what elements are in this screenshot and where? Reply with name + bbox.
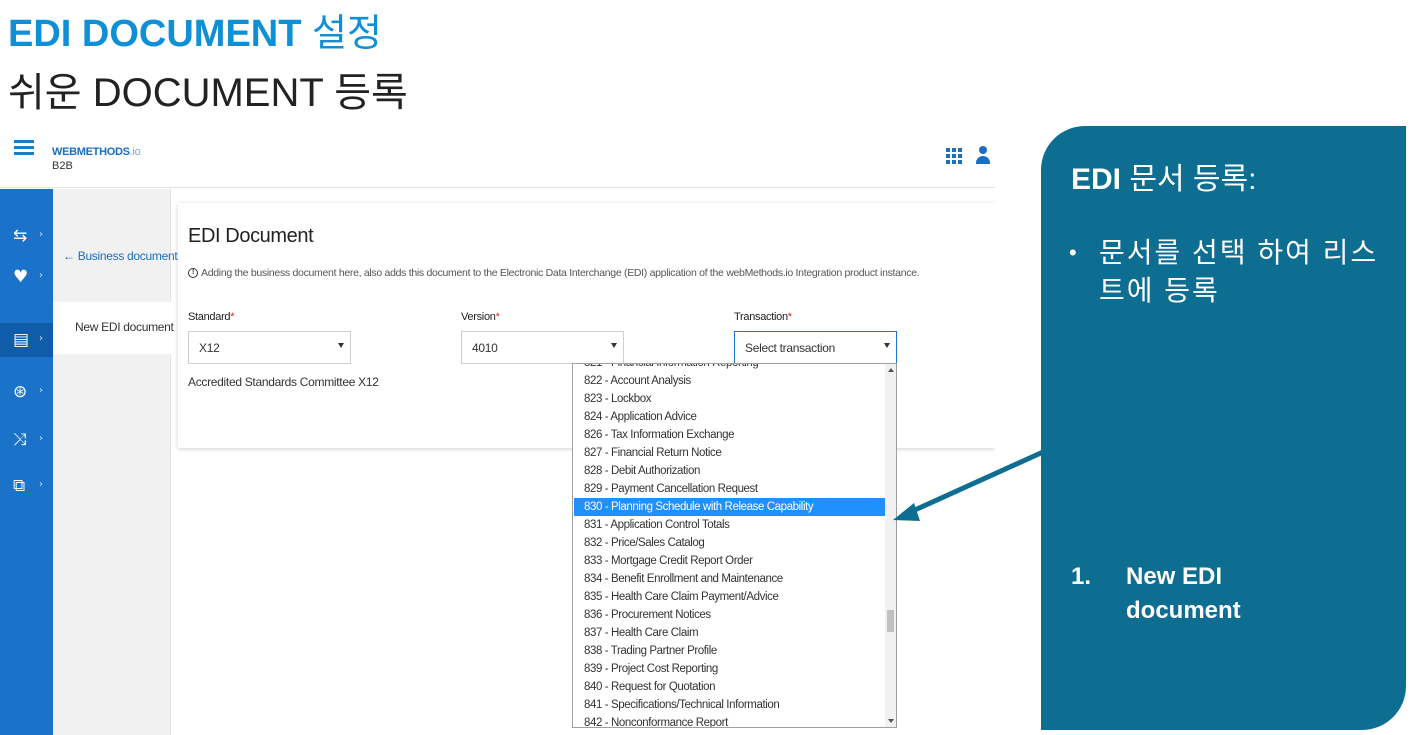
nav-documents[interactable]: ▤ › bbox=[0, 323, 53, 357]
chevron-right-icon: › bbox=[39, 479, 43, 490]
channels-icon: ⊛ bbox=[13, 382, 28, 402]
transaction-option[interactable]: 824 - Application Advice bbox=[574, 408, 886, 426]
scroll-up-icon[interactable] bbox=[888, 368, 894, 372]
version-select[interactable]: 4010 bbox=[461, 331, 624, 364]
left-nav: ⇆ › ♥ › ▤ › ⊛ › ⤨ › ⧉ › bbox=[0, 189, 53, 735]
external-link-icon: ⧉ bbox=[13, 476, 26, 496]
user-profile-icon[interactable] bbox=[975, 146, 991, 166]
transaction-option[interactable]: 822 - Account Analysis bbox=[574, 372, 886, 390]
panel-title: EDI 문서 등록: bbox=[1071, 163, 1257, 196]
chevron-right-icon: › bbox=[39, 433, 43, 444]
partners-icon: ⇆ bbox=[13, 226, 28, 246]
sub-nav: ← Business documents New EDI document bbox=[53, 189, 183, 735]
scrollbar-thumb[interactable] bbox=[887, 610, 894, 632]
transaction-option[interactable]: 833 - Mortgage Credit Report Order bbox=[574, 552, 886, 570]
back-to-business-documents[interactable]: ← Business documents bbox=[63, 249, 183, 263]
subnav-item-new-edi-document[interactable]: New EDI document bbox=[53, 302, 174, 354]
dropdown-arrow-icon bbox=[611, 343, 617, 348]
version-label: Version* bbox=[461, 311, 500, 323]
analytics-icon: ⤨ bbox=[13, 430, 27, 450]
standard-description: Accredited Standards Committee X12 bbox=[188, 375, 379, 389]
card-title: EDI Document bbox=[188, 225, 314, 247]
standard-select[interactable]: X12 bbox=[188, 331, 351, 364]
dropdown-arrow-icon bbox=[884, 343, 890, 348]
slide-subtitle: 쉬운 DOCUMENT 등록 bbox=[8, 71, 408, 115]
transaction-label: Transaction* bbox=[734, 311, 792, 323]
transaction-option[interactable]: 827 - Financial Return Notice bbox=[574, 444, 886, 462]
transaction-option[interactable]: 829 - Payment Cancellation Request bbox=[574, 480, 886, 498]
standard-label: Standard* bbox=[188, 311, 235, 323]
brand-subtitle: B2B bbox=[52, 160, 73, 172]
bullet-icon: • bbox=[1069, 240, 1077, 265]
chevron-right-icon: › bbox=[39, 229, 43, 240]
chevron-right-icon: › bbox=[39, 385, 43, 396]
brand-logo: WEBMETHODS.io bbox=[52, 146, 141, 158]
agreements-icon: ♥ bbox=[13, 267, 29, 287]
transaction-option[interactable]: 836 - Procurement Notices bbox=[574, 606, 886, 624]
transaction-option[interactable]: 841 - Specifications/Technical Informati… bbox=[574, 696, 886, 714]
transaction-option[interactable]: 821 - Financial Information Reporting bbox=[574, 364, 886, 372]
nav-external[interactable]: ⧉ › bbox=[0, 469, 53, 503]
transaction-option[interactable]: 834 - Benefit Enrollment and Maintenance bbox=[574, 570, 886, 588]
card-description: ! Adding the business document here, also… bbox=[188, 267, 920, 279]
transaction-option[interactable]: 826 - Tax Information Exchange bbox=[574, 426, 886, 444]
transaction-option[interactable]: 823 - Lockbox bbox=[574, 390, 886, 408]
nav-agreements[interactable]: ♥ › bbox=[0, 260, 53, 294]
slide-title-bold: EDI DOCUMENT bbox=[8, 13, 302, 55]
transaction-option[interactable]: 831 - Application Control Totals bbox=[574, 516, 886, 534]
transaction-option[interactable]: 842 - Nonconformance Report bbox=[574, 714, 886, 727]
chevron-right-icon: › bbox=[39, 270, 43, 281]
callout-panel: EDI 문서 등록: • 문서를 선택 하여 리스트에 등록 1. New EDI … bbox=[1041, 126, 1406, 730]
transaction-dropdown-list[interactable]: 821 - Financial Information Reporting 822… bbox=[572, 363, 897, 728]
transaction-option[interactable]: 838 - Trading Partner Profile bbox=[574, 642, 886, 660]
slide-title-light: 설정 bbox=[312, 13, 382, 55]
slide-title: EDI DOCUMENT 설정 bbox=[8, 2, 382, 57]
transaction-option[interactable]: 839 - Project Cost Reporting bbox=[574, 660, 886, 678]
dropdown-scrollbar[interactable] bbox=[885, 364, 896, 727]
transaction-option[interactable]: 837 - Health Care Claim bbox=[574, 624, 886, 642]
panel-step: 1. New EDI document bbox=[1071, 563, 1241, 624]
transaction-option[interactable]: 828 - Debit Authorization bbox=[574, 462, 886, 480]
scroll-down-icon[interactable] bbox=[888, 719, 894, 723]
transaction-option[interactable]: 840 - Request for Quotation bbox=[574, 678, 886, 696]
transaction-select[interactable]: Select transaction bbox=[734, 331, 897, 364]
nav-partners[interactable]: ⇆ › bbox=[0, 219, 53, 253]
top-bar: WEBMETHODS.io B2B bbox=[0, 130, 995, 188]
app-screenshot: WEBMETHODS.io B2B ⇆ › ♥ › ▤ › ⊛ › ⤨ › ⧉ › ← Bu… bbox=[0, 130, 995, 735]
documents-icon: ▤ bbox=[13, 330, 30, 350]
nav-channels[interactable]: ⊛ › bbox=[0, 375, 53, 409]
info-icon: ! bbox=[188, 268, 198, 279]
dropdown-arrow-icon bbox=[338, 343, 344, 348]
apps-grid-icon[interactable] bbox=[946, 148, 962, 164]
transaction-option[interactable]: 835 - Health Care Claim Payment/Advice bbox=[574, 588, 886, 606]
transaction-option-selected[interactable]: 830 - Planning Schedule with Release Cap… bbox=[574, 498, 886, 516]
chevron-right-icon: › bbox=[39, 333, 43, 344]
nav-analytics[interactable]: ⤨ › bbox=[0, 423, 53, 457]
transaction-option[interactable]: 832 - Price/Sales Catalog bbox=[574, 534, 886, 552]
panel-bullet: • 문서를 선택 하여 리스트에 등록 bbox=[1069, 234, 1379, 310]
menu-icon[interactable] bbox=[14, 140, 34, 156]
